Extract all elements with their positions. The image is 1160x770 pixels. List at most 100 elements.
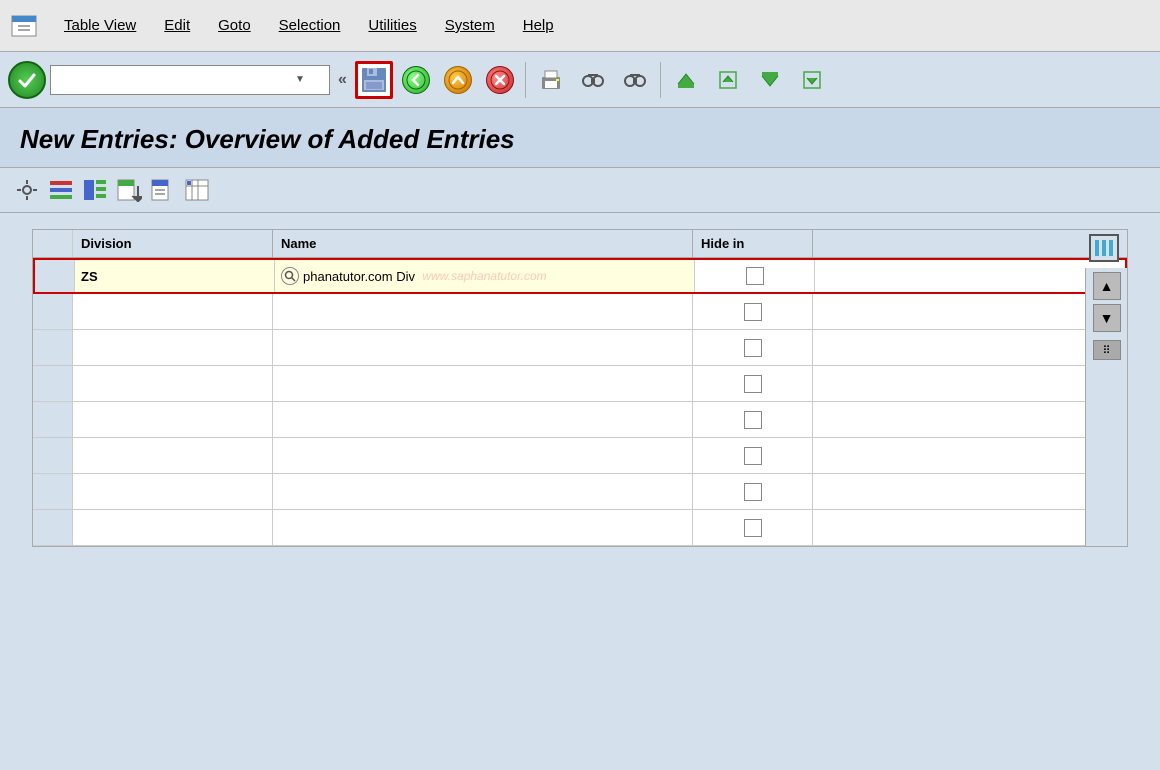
row-3-checkbox[interactable] bbox=[744, 339, 762, 357]
row-7-checkbox[interactable] bbox=[744, 483, 762, 501]
header-hidein: Hide in bbox=[693, 230, 813, 257]
row-6-checkbox[interactable] bbox=[744, 447, 762, 465]
row-3-select bbox=[33, 330, 73, 365]
row-1-name[interactable]: phanatutor.com Div www.saphanatutor.com bbox=[275, 260, 695, 292]
scroll-up-button[interactable] bbox=[667, 61, 705, 99]
search-icon[interactable] bbox=[281, 267, 299, 285]
row-8-division[interactable] bbox=[73, 510, 273, 545]
row-5-name[interactable] bbox=[273, 402, 693, 437]
page-down-button[interactable] bbox=[793, 61, 831, 99]
row-4-extra bbox=[813, 366, 855, 401]
menu-edit[interactable]: Edit bbox=[160, 15, 194, 36]
double-back-button[interactable]: « bbox=[334, 67, 351, 93]
row-8-hidein[interactable] bbox=[693, 510, 813, 545]
header-division: Division bbox=[73, 230, 273, 257]
row-6-division[interactable] bbox=[73, 438, 273, 473]
row-2-checkbox[interactable] bbox=[744, 303, 762, 321]
row-7-hidein[interactable] bbox=[693, 474, 813, 509]
list-view-icon bbox=[48, 178, 74, 202]
row-2-hidein[interactable] bbox=[693, 294, 813, 329]
row-5-extra bbox=[813, 402, 855, 437]
print-button[interactable] bbox=[532, 61, 570, 99]
table-row: phanatutor.com Div www.saphanatutor.com bbox=[33, 258, 1127, 294]
row-2-extra bbox=[813, 294, 855, 329]
column-chooser-icon bbox=[1093, 237, 1115, 259]
back-icon bbox=[402, 66, 430, 94]
up-button[interactable] bbox=[439, 61, 477, 99]
row-1-checkbox[interactable] bbox=[746, 267, 764, 285]
table-row bbox=[33, 474, 1127, 510]
separator-1 bbox=[525, 62, 526, 98]
command-dropdown-arrow[interactable]: ▼ bbox=[295, 74, 305, 85]
binoculars-next-icon bbox=[622, 67, 648, 93]
print-list-button[interactable] bbox=[148, 176, 178, 204]
secondary-toolbar bbox=[0, 168, 1160, 213]
table-area: Division Name Hide in ▲ bbox=[16, 229, 1144, 547]
cancel-button[interactable] bbox=[481, 61, 519, 99]
command-input[interactable] bbox=[55, 72, 295, 87]
header-select bbox=[33, 230, 73, 257]
export-button[interactable] bbox=[114, 176, 144, 204]
row-6-name[interactable] bbox=[273, 438, 693, 473]
scroll-handle[interactable]: ⠿ bbox=[1093, 340, 1121, 360]
scroll-down-btn[interactable]: ▼ bbox=[1093, 304, 1121, 332]
row-5-select bbox=[33, 402, 73, 437]
menu-system[interactable]: System bbox=[441, 15, 499, 36]
check-button[interactable] bbox=[8, 61, 46, 99]
table-row bbox=[33, 330, 1127, 366]
page-down-icon bbox=[800, 68, 824, 92]
detail-view-icon bbox=[82, 178, 108, 202]
menu-table-view[interactable]: Table View bbox=[60, 15, 140, 36]
menu-selection[interactable]: Selection bbox=[275, 15, 345, 36]
row-7-select bbox=[33, 474, 73, 509]
scroll-up-btn[interactable]: ▲ bbox=[1093, 272, 1121, 300]
row-3-name[interactable] bbox=[273, 330, 693, 365]
row-1-division[interactable] bbox=[75, 260, 275, 292]
row-5-hidein[interactable] bbox=[693, 402, 813, 437]
row-4-name[interactable] bbox=[273, 366, 693, 401]
row-4-division[interactable] bbox=[73, 366, 273, 401]
division-input[interactable] bbox=[81, 269, 268, 284]
table-row bbox=[33, 366, 1127, 402]
list-view-button[interactable] bbox=[46, 176, 76, 204]
page-title-area: New Entries: Overview of Added Entries bbox=[0, 108, 1160, 168]
row-2-division[interactable] bbox=[73, 294, 273, 329]
row-4-checkbox[interactable] bbox=[744, 375, 762, 393]
column-chooser-button[interactable] bbox=[1089, 234, 1119, 262]
row-4-hidein[interactable] bbox=[693, 366, 813, 401]
page-up-button[interactable] bbox=[709, 61, 747, 99]
row-3-extra bbox=[813, 330, 855, 365]
scroll-down-button[interactable] bbox=[751, 61, 789, 99]
menu-goto[interactable]: Goto bbox=[214, 15, 255, 36]
up-icon bbox=[444, 66, 472, 94]
row-1-hidein[interactable] bbox=[695, 260, 815, 292]
detail-view-button[interactable] bbox=[80, 176, 110, 204]
command-field[interactable]: ▼ bbox=[50, 65, 330, 95]
row-3-hidein[interactable] bbox=[693, 330, 813, 365]
menu-utilities[interactable]: Utilities bbox=[364, 15, 420, 36]
find-next-button[interactable] bbox=[616, 61, 654, 99]
row-7-name[interactable] bbox=[273, 474, 693, 509]
row-8-name[interactable] bbox=[273, 510, 693, 545]
row-8-checkbox[interactable] bbox=[744, 519, 762, 537]
find-button[interactable] bbox=[574, 61, 612, 99]
row-5-checkbox[interactable] bbox=[744, 411, 762, 429]
menu-bar: Table View Edit Goto Selection Utilities… bbox=[0, 0, 1160, 52]
save-button[interactable] bbox=[355, 61, 393, 99]
row-6-select bbox=[33, 438, 73, 473]
page-up-icon bbox=[716, 68, 740, 92]
row-1-extra bbox=[815, 260, 857, 292]
row-2-name[interactable] bbox=[273, 294, 693, 329]
watermark: www.saphanatutor.com bbox=[422, 269, 546, 283]
settings-icon bbox=[184, 178, 210, 202]
row-6-hidein[interactable] bbox=[693, 438, 813, 473]
back-button[interactable] bbox=[397, 61, 435, 99]
menu-help[interactable]: Help bbox=[519, 15, 558, 36]
row-7-division[interactable] bbox=[73, 474, 273, 509]
settings-button[interactable] bbox=[182, 176, 212, 204]
row-5-division[interactable] bbox=[73, 402, 273, 437]
row-3-division[interactable] bbox=[73, 330, 273, 365]
configure-button[interactable] bbox=[12, 176, 42, 204]
separator-2 bbox=[660, 62, 661, 98]
printer-icon bbox=[538, 67, 564, 93]
